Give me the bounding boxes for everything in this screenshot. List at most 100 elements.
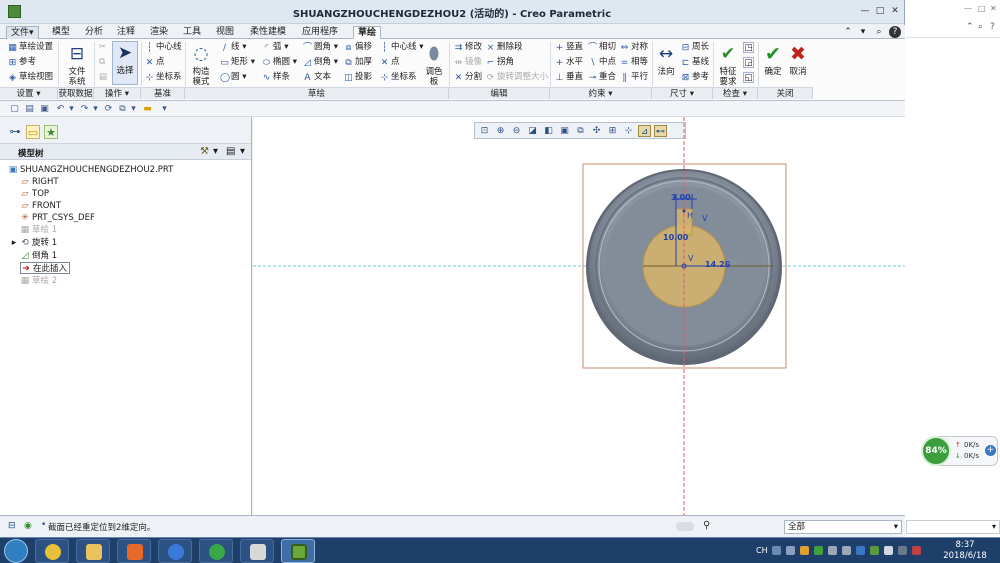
- memory-usage-circle[interactable]: 84%: [921, 436, 951, 466]
- cut-icon[interactable]: ✂: [99, 42, 106, 53]
- new-file-icon[interactable]: ▢: [9, 104, 20, 114]
- project-button[interactable]: ◫ 投影: [344, 72, 372, 83]
- bg-dropdown[interactable]: ▾: [906, 520, 1000, 534]
- file-system-button[interactable]: ⊟ 文件 系统: [62, 43, 92, 88]
- bg-toolbar-icon[interactable]: ⌃: [966, 22, 974, 32]
- redo-icon[interactable]: ↷: [79, 104, 90, 114]
- tray-bluetooth-icon[interactable]: [856, 546, 865, 555]
- save-icon[interactable]: ▣: [39, 104, 50, 114]
- close-window-icon[interactable]: ▬: [142, 104, 153, 114]
- circle-button[interactable]: ◯圆 ▾: [220, 72, 246, 83]
- taskbar-clock[interactable]: 8:37 2018/6/18: [935, 540, 995, 562]
- search-icon[interactable]: ⌕: [873, 26, 885, 38]
- tab-analysis[interactable]: 分析: [81, 26, 107, 39]
- tree-item-revolve-1[interactable]: ▸ ⟲ 旋转 1: [10, 237, 57, 249]
- help-icon[interactable]: ?: [889, 26, 901, 38]
- graphics-window[interactable]: ⊡ ⊕ ⊖ ◪ ◧ ▣ ⧉ ✣ ⊞ ⊹ ⊿ ⊷ 3.00 10.00 14.28…: [253, 117, 905, 515]
- navigator-toggle-icon[interactable]: ⊟: [8, 521, 19, 532]
- ellipse-button[interactable]: ⬭ 椭圆 ▾: [262, 57, 297, 68]
- minimize-button[interactable]: —: [858, 5, 872, 17]
- regenerate-icon[interactable]: ⟳: [103, 104, 114, 114]
- modify-button[interactable]: ⇉ 修改: [454, 42, 482, 53]
- tab-annotate[interactable]: 注释: [113, 26, 139, 39]
- tab-tools[interactable]: 工具: [179, 26, 205, 39]
- rectangle-button[interactable]: ▭ 矩形 ▾: [220, 57, 255, 68]
- corner-button[interactable]: ⌐ 拐角: [486, 57, 514, 68]
- group-label-settings[interactable]: 设置 ▾: [0, 87, 58, 99]
- sketch-point-button[interactable]: ✕ 点: [380, 57, 400, 68]
- tray-network-icon[interactable]: [828, 546, 837, 555]
- favorites-tab-icon[interactable]: ★: [44, 125, 58, 139]
- folder-browser-tab-icon[interactable]: ▭: [26, 125, 40, 139]
- taskbar-media[interactable]: [117, 539, 151, 563]
- tray-app-icon[interactable]: [800, 546, 809, 555]
- spline-button[interactable]: ∿ 样条: [262, 72, 290, 83]
- input-language[interactable]: CH: [756, 546, 768, 555]
- datum-csys-button[interactable]: ⊹ 坐标系: [145, 72, 182, 83]
- vertical-constraint-button[interactable]: + 竖直: [555, 42, 583, 53]
- sketch-setup-button[interactable]: ▦ 草绘设置: [8, 42, 53, 53]
- group-label-constrain[interactable]: 约束 ▾: [550, 87, 652, 99]
- taskbar-cloud[interactable]: [158, 539, 192, 563]
- browser-toggle-icon[interactable]: ◉: [24, 521, 35, 532]
- toolbar-options-icon[interactable]: ▾: [857, 26, 869, 38]
- selection-filter-dropdown[interactable]: 全部 ▾: [784, 520, 902, 534]
- fillet-button[interactable]: ⌒ 圆角 ▾: [303, 42, 338, 53]
- ribbon-collapse-icon[interactable]: ⌃: [842, 26, 854, 38]
- feature-requirements-button[interactable]: ✔ 特征 要求: [716, 43, 740, 88]
- tray-monitor-icon[interactable]: [898, 546, 907, 555]
- tab-model[interactable]: 模型: [48, 26, 74, 39]
- maximize-button[interactable]: □: [873, 5, 887, 17]
- settings-tools-icon[interactable]: ⚒: [200, 146, 209, 158]
- settings-dropdown-icon[interactable]: ▾: [213, 146, 218, 158]
- constraint-v-label-2[interactable]: V: [688, 254, 693, 263]
- tray-battery-icon[interactable]: [870, 546, 879, 555]
- regen-toggle-icon[interactable]: [676, 522, 694, 531]
- windows-icon[interactable]: ⧉: [117, 104, 128, 114]
- group-label-operations[interactable]: 操作 ▾: [94, 87, 141, 99]
- bg-help-icon[interactable]: ?: [990, 22, 995, 32]
- group-label-dimension[interactable]: 尺寸 ▾: [652, 87, 713, 99]
- tray-display-icon[interactable]: [884, 546, 893, 555]
- cancel-button[interactable]: ✖ 取消: [787, 43, 809, 78]
- taskbar-explorer[interactable]: [76, 539, 110, 563]
- show-icon[interactable]: ▤: [226, 146, 235, 158]
- tree-item-part[interactable]: ▣ SHUANGZHOUCHENGDEZHOU2.PRT: [8, 164, 174, 176]
- reference-button[interactable]: ⊞ 参考: [8, 57, 36, 68]
- offset-button[interactable]: ⧈ 偏移: [344, 42, 372, 53]
- reference-dimension-button[interactable]: ⊠ 参考: [681, 72, 709, 83]
- undo-icon[interactable]: ↶: [55, 104, 66, 114]
- accelerate-plus-icon[interactable]: +: [985, 445, 996, 456]
- baseline-button[interactable]: ⊏ 基线: [681, 57, 709, 68]
- model-tree-tab-icon[interactable]: ⊶: [8, 125, 22, 139]
- find-binoculars-icon[interactable]: ⚲: [703, 520, 710, 531]
- text-button[interactable]: A 文本: [303, 72, 331, 83]
- tray-volume-icon[interactable]: [842, 546, 851, 555]
- constraint-h-label[interactable]: H: [687, 211, 693, 220]
- horizontal-constraint-button[interactable]: + 水平: [555, 57, 583, 68]
- copy-icon[interactable]: ⧉: [99, 57, 105, 68]
- sketch-centerline-button[interactable]: ┆ 中心线 ▾: [380, 42, 424, 53]
- parallel-constraint-button[interactable]: ∥ 平行: [620, 72, 648, 83]
- sketch-csys-button[interactable]: ⊹ 坐标系: [380, 72, 417, 83]
- tab-file[interactable]: 文件▾: [6, 26, 39, 39]
- tree-item-right-plane[interactable]: ▱ RIGHT: [20, 176, 59, 188]
- customize-toolbar-icon[interactable]: ▾: [159, 104, 170, 114]
- tangent-constraint-button[interactable]: ⌒ 相切: [588, 42, 616, 53]
- paste-icon[interactable]: ▤: [99, 72, 107, 83]
- open-file-icon[interactable]: ▤: [24, 104, 35, 114]
- tray-keyboard-icon[interactable]: [772, 546, 781, 555]
- perimeter-button[interactable]: ⊟ 周长: [681, 42, 709, 53]
- ok-button[interactable]: ✔ 确定: [762, 43, 784, 78]
- bg-close-icon[interactable]: ✕: [990, 4, 997, 13]
- tray-help-icon[interactable]: [786, 546, 795, 555]
- thicken-button[interactable]: ⧉ 加厚: [344, 57, 372, 68]
- show-dropdown-icon[interactable]: ▾: [240, 146, 245, 158]
- arc-button[interactable]: ◜ 弧 ▾: [262, 42, 289, 53]
- bg-maximize-icon[interactable]: □: [978, 4, 986, 13]
- windows-dropdown-icon[interactable]: ▾: [128, 104, 139, 114]
- tab-render[interactable]: 渲染: [146, 26, 172, 39]
- construction-mode-button[interactable]: ◌ 构造 模式: [188, 43, 214, 88]
- taskbar-creo[interactable]: [281, 539, 315, 563]
- constraint-v-label-1[interactable]: V: [702, 214, 707, 223]
